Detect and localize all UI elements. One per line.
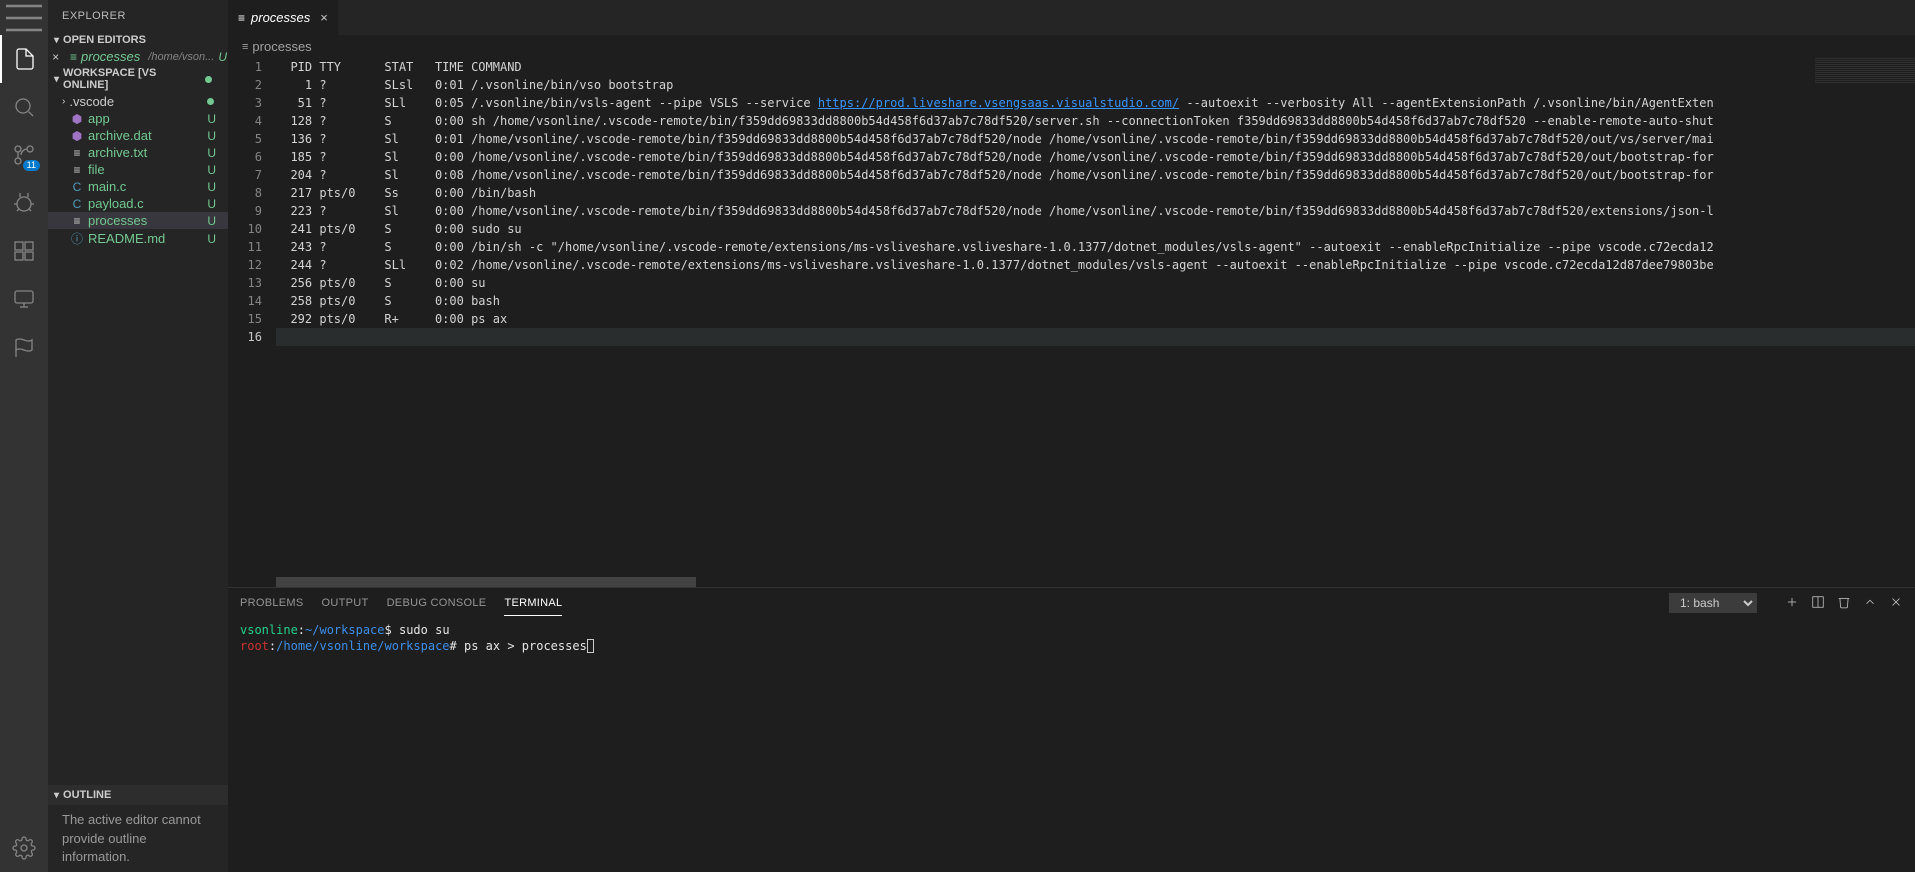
line-numbers: 12345678910111213141516	[228, 58, 276, 577]
open-editors-header[interactable]: ▾OPEN EDITORS	[48, 32, 228, 48]
file-entry[interactable]: ⬢archive.datU	[48, 127, 228, 144]
terminal-body[interactable]: vsonline:~/workspace$ sudo suroot:/home/…	[228, 618, 1915, 872]
scrollbar-thumb[interactable]	[276, 577, 696, 587]
file-entry[interactable]: ›.vscode	[48, 93, 228, 110]
file-icon: ⓘ	[70, 230, 84, 247]
debug-view-icon[interactable]	[0, 179, 48, 227]
file-entry[interactable]: ⬢appU	[48, 110, 228, 127]
open-editor-entry[interactable]: × ≡ processes /home/vson... U	[48, 48, 228, 65]
close-panel-icon[interactable]	[1889, 595, 1903, 612]
panel-tab-terminal[interactable]: TERMINAL	[504, 591, 562, 616]
maximize-panel-icon[interactable]	[1863, 595, 1877, 612]
panel-tabs: PROBLEMS OUTPUT DEBUG CONSOLE TERMINAL 1: b…	[228, 588, 1915, 618]
menu-button[interactable]	[0, 0, 48, 35]
file-icon: ≡	[70, 146, 84, 160]
breadcrumb[interactable]: ≡ processes	[228, 35, 1915, 58]
editor-tabs: ≡ processes ×	[228, 0, 1915, 35]
file-entry[interactable]: ⓘREADME.mdU	[48, 229, 228, 248]
file-icon: ≡	[70, 163, 84, 177]
close-icon[interactable]: ×	[52, 50, 59, 64]
extensions-view-icon[interactable]	[0, 227, 48, 275]
file-entry[interactable]: ≡fileU	[48, 161, 228, 178]
editor[interactable]: 12345678910111213141516 PID TTY STAT TIM…	[228, 58, 1915, 577]
workspace-status-dot	[205, 76, 212, 83]
sidebar: EXPLORER ▾OPEN EDITORS × ≡ processes /ho…	[48, 0, 228, 872]
close-icon[interactable]: ×	[320, 10, 328, 25]
code-content[interactable]: PID TTY STAT TIME COMMAND 1 ? SLsl 0:01 …	[276, 58, 1915, 577]
scm-view-icon[interactable]: 11	[0, 131, 48, 179]
outline-body: The active editor cannot provide outline…	[48, 805, 228, 872]
new-terminal-icon[interactable]	[1785, 595, 1799, 612]
liveshare-view-icon[interactable]	[0, 323, 48, 371]
panel-tab-output[interactable]: OUTPUT	[322, 591, 369, 615]
explorer-view-icon[interactable]	[0, 35, 48, 83]
file-icon: ≡	[238, 11, 245, 25]
panel-tab-debug-console[interactable]: DEBUG CONSOLE	[387, 591, 487, 615]
panel-tab-problems[interactable]: PROBLEMS	[240, 591, 304, 615]
tab-processes[interactable]: ≡ processes ×	[228, 0, 339, 35]
file-entry[interactable]: ≡processesU	[48, 212, 228, 229]
kill-terminal-icon[interactable]	[1837, 595, 1851, 612]
minimap[interactable]	[1815, 58, 1915, 83]
file-icon: ≡	[70, 50, 77, 64]
file-entry[interactable]: ≡archive.txtU	[48, 144, 228, 161]
workspace-header[interactable]: ▾WORKSPACE [VS ONLINE]	[48, 65, 228, 93]
panel: PROBLEMS OUTPUT DEBUG CONSOLE TERMINAL 1: b…	[228, 587, 1915, 872]
link[interactable]: https://prod.liveshare.vsengsaas.visuals…	[818, 96, 1179, 110]
scm-badge: 11	[23, 160, 40, 171]
outline-header[interactable]: ▾OUTLINE	[48, 785, 228, 805]
split-terminal-icon[interactable]	[1811, 595, 1825, 612]
file-icon: C	[70, 180, 84, 194]
remote-view-icon[interactable]	[0, 275, 48, 323]
file-icon: C	[70, 197, 84, 211]
file-entry[interactable]: Cmain.cU	[48, 178, 228, 195]
file-icon: ⬢	[70, 112, 84, 126]
terminal-selector[interactable]: 1: bash	[1669, 593, 1757, 613]
settings-gear-icon[interactable]	[0, 824, 48, 872]
file-icon: ⬢	[70, 129, 84, 143]
file-icon: ≡	[70, 214, 84, 228]
sidebar-title: EXPLORER	[48, 0, 228, 32]
horizontal-scrollbar[interactable]	[228, 577, 1915, 587]
file-entry[interactable]: Cpayload.cU	[48, 195, 228, 212]
search-view-icon[interactable]	[0, 83, 48, 131]
activity-bar: 11	[0, 0, 48, 872]
